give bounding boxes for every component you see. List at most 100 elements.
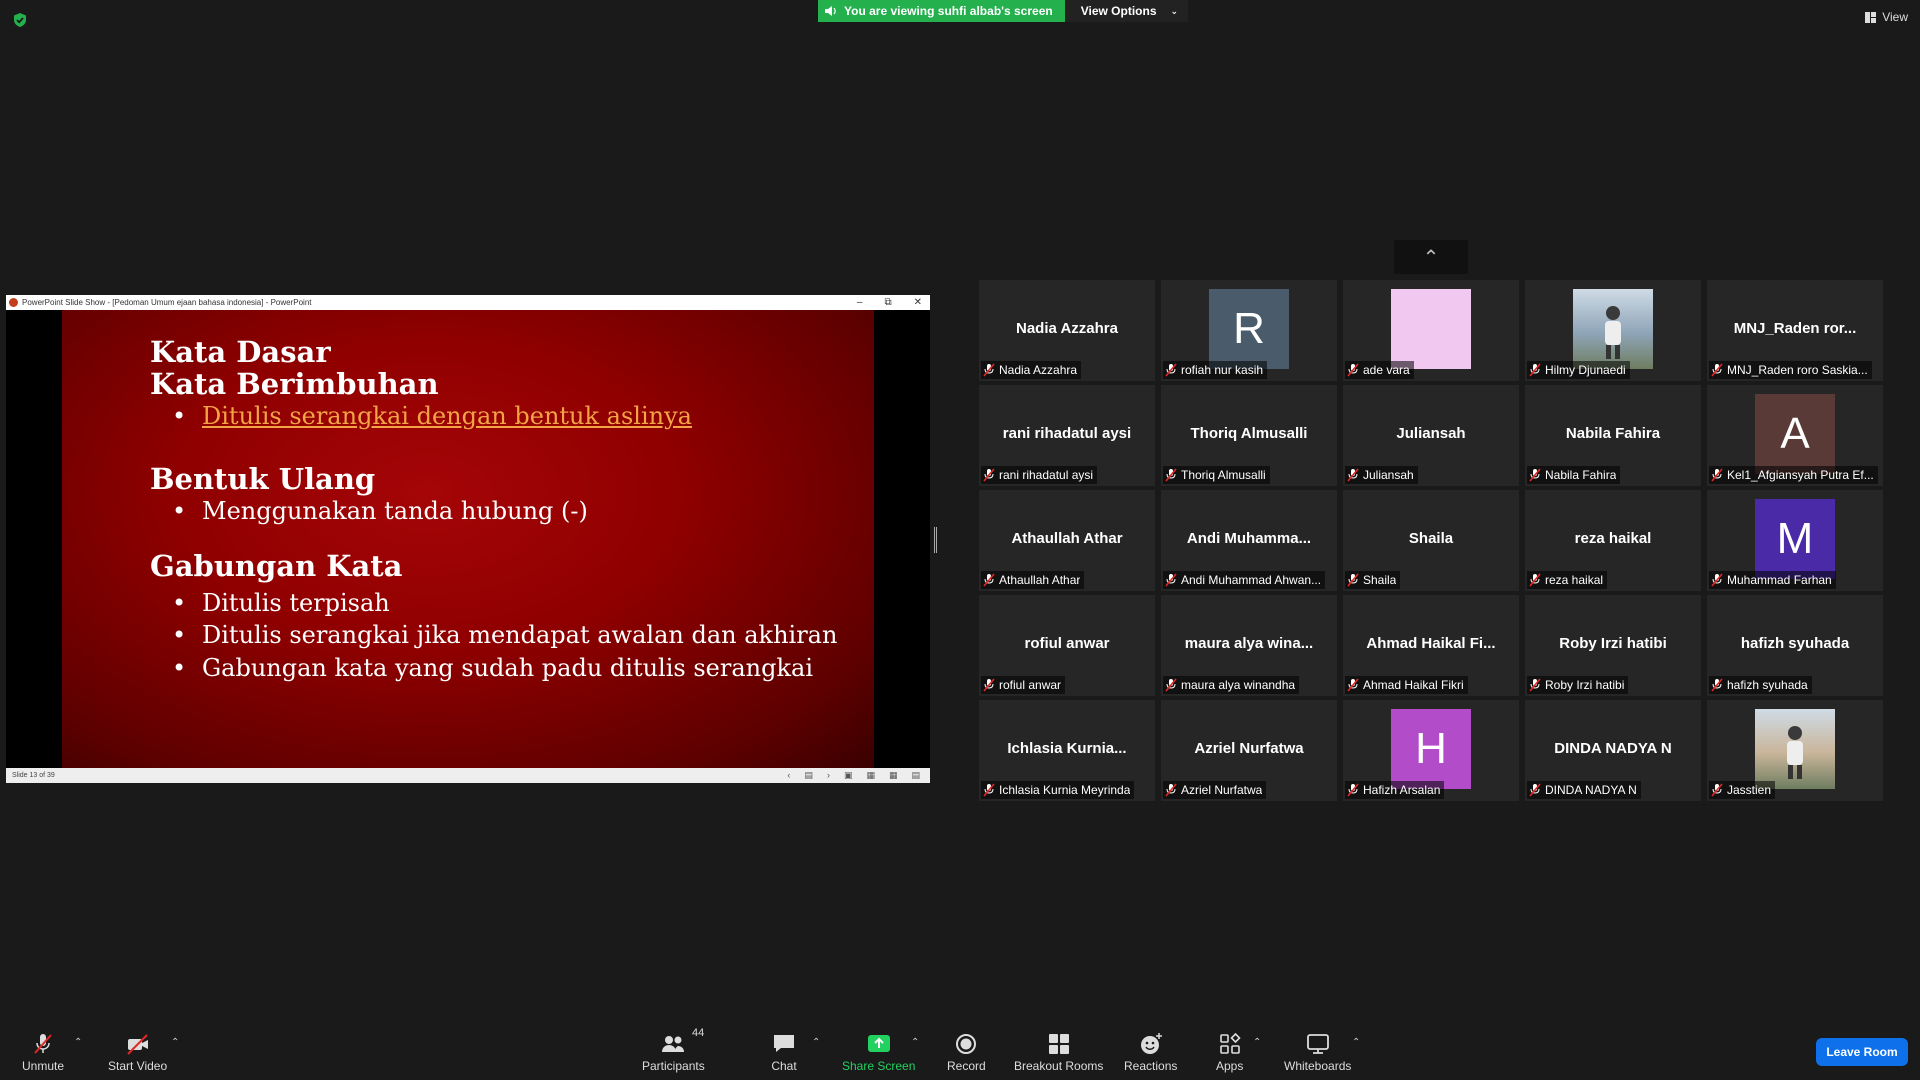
apps-button[interactable]: Apps [1216, 1031, 1243, 1073]
video-options-caret-icon[interactable]: ⌃ [171, 1037, 179, 1048]
participant-tile[interactable]: M Muhammad Farhan [1707, 490, 1883, 591]
whiteboards-button[interactable]: Whiteboards [1284, 1031, 1351, 1073]
participant-tile[interactable]: reza haikal reza haikal [1525, 490, 1701, 591]
share-options-caret-icon[interactable]: ⌃ [911, 1037, 919, 1048]
participant-name-label: ade vara [1345, 361, 1414, 379]
participant-name-label: DINDA NADYA N [1527, 781, 1641, 799]
muted-mic-icon [1529, 468, 1541, 482]
participant-tile[interactable]: Hilmy Djunaedi [1525, 280, 1701, 381]
security-shield-icon[interactable] [12, 12, 28, 28]
muted-mic-icon [1529, 783, 1541, 797]
muted-mic-icon [1711, 783, 1723, 797]
unmute-button[interactable]: Unmute [22, 1031, 64, 1073]
participant-name: Nadia Azzahra [999, 363, 1078, 377]
participant-tile[interactable]: Shaila Shaila [1343, 490, 1519, 591]
muted-mic-icon [1165, 468, 1177, 482]
participant-tile[interactable]: Roby Irzi hatibi Roby Irzi hatibi [1525, 595, 1701, 696]
chat-button[interactable]: Chat [771, 1031, 797, 1073]
muted-mic-icon [1165, 678, 1177, 692]
participant-display-name: Nadia Azzahra [1016, 320, 1118, 337]
participant-name: rani rihadatul aysi [999, 468, 1094, 482]
participant-tile[interactable]: Andi Muhamma... Andi Muhammad Ahwan... [1161, 490, 1337, 591]
powerpoint-statusbar: Slide 13 of 39 ‹ ▤ › ▣ ▦ ▦ ▤ [6, 768, 930, 783]
record-button[interactable]: Record [947, 1031, 986, 1073]
slide-bullet-text: Ditulis serangkai jika mendapat awalan d… [202, 621, 838, 649]
leave-room-button[interactable]: Leave Room [1816, 1038, 1908, 1066]
close-icon: ✕ [913, 297, 922, 308]
participant-tile[interactable]: hafizh syuhada hafizh syuhada [1707, 595, 1883, 696]
start-video-button[interactable]: Start Video [108, 1031, 167, 1073]
participants-button[interactable]: 44 Participants [642, 1027, 705, 1073]
participant-name-label: Hafizh Arsalan [1345, 781, 1445, 799]
participant-name: hafizh syuhada [1727, 678, 1808, 692]
slide-bullet: • Menggunakan tanda hubung (-) [172, 497, 588, 525]
participant-display-name: Roby Irzi hatibi [1559, 635, 1667, 652]
whiteboards-options-caret-icon[interactable]: ⌃ [1352, 1037, 1360, 1048]
gallery-page-up-button[interactable]: ⌃ [1394, 240, 1468, 274]
split-resize-handle[interactable] [934, 527, 937, 553]
apps-icon [1219, 1032, 1241, 1054]
view-button[interactable]: View [1865, 10, 1908, 24]
leave-room-label: Leave Room [1826, 1045, 1898, 1059]
slideshow-view-icon: ▤ [911, 770, 920, 780]
participant-tile[interactable]: Ahmad Haikal Fi... Ahmad Haikal Fikri [1343, 595, 1519, 696]
powerpoint-title: PowerPoint Slide Show - [Pedoman Umum ej… [22, 298, 312, 307]
participant-avatar [1391, 289, 1471, 369]
participants-icon [662, 1036, 685, 1052]
participant-avatar: H [1391, 709, 1471, 789]
apps-options-caret-icon[interactable]: ⌃ [1253, 1037, 1261, 1048]
participant-tile[interactable]: Azriel Nurfatwa Azriel Nurfatwa [1161, 700, 1337, 801]
chat-options-caret-icon[interactable]: ⌃ [812, 1037, 820, 1048]
viewing-banner: You are viewing suhfi albab's screen [818, 0, 1065, 22]
participant-tile[interactable]: rofiul anwar rofiul anwar [979, 595, 1155, 696]
participant-tile[interactable]: Nabila Fahira Nabila Fahira [1525, 385, 1701, 486]
view-options-button[interactable]: View Options ⌄ [1064, 0, 1189, 22]
participant-tile[interactable]: Thoriq Almusalli Thoriq Almusalli [1161, 385, 1337, 486]
participant-tile[interactable]: MNJ_Raden ror... MNJ_Raden roro Saskia... [1707, 280, 1883, 381]
participant-name: Kel1_Afgiansyah Putra Ef... [1727, 468, 1874, 482]
slide-bullet-text: Gabungan kata yang sudah padu ditulis se… [202, 654, 814, 682]
participant-name: ade vara [1363, 363, 1410, 377]
muted-mic-icon [1711, 573, 1723, 587]
breakout-rooms-button[interactable]: Breakout Rooms [1014, 1031, 1103, 1073]
participant-tile[interactable]: maura alya wina... maura alya winandha [1161, 595, 1337, 696]
share-screen-icon [867, 1035, 890, 1052]
slide-bullet-text: Ditulis terpisah [202, 589, 390, 617]
minimize-icon: – [856, 297, 863, 308]
view-label: View [1882, 10, 1908, 24]
participant-tile[interactable]: Ichlasia Kurnia... Ichlasia Kurnia Meyrin… [979, 700, 1155, 801]
participant-name: rofiul anwar [999, 678, 1062, 692]
participant-name-label: Nadia Azzahra [981, 361, 1082, 379]
audio-options-caret-icon[interactable]: ⌃ [74, 1037, 82, 1048]
participant-tile[interactable]: A Kel1_Afgiansyah Putra Ef... [1707, 385, 1883, 486]
screen-share-banner: You are viewing suhfi albab's screen Vie… [818, 0, 1189, 22]
participant-tile[interactable]: Athaullah Athar Athaullah Athar [979, 490, 1155, 591]
muted-mic-icon [1165, 573, 1177, 587]
slide-heading-bentuk-ulang: Bentuk Ulang [150, 462, 376, 496]
muted-mic-icon [1711, 678, 1723, 692]
participant-tile[interactable]: Rrofiah nur kasih [1161, 280, 1337, 381]
shared-screen[interactable]: PowerPoint Slide Show - [Pedoman Umum ej… [6, 295, 930, 783]
participants-label: Participants [642, 1059, 705, 1073]
participant-tile[interactable]: Jasstien [1707, 700, 1883, 801]
powerpoint-titlebar: PowerPoint Slide Show - [Pedoman Umum ej… [6, 295, 930, 310]
unmute-label: Unmute [22, 1059, 65, 1073]
participant-name: Athaullah Athar [999, 573, 1081, 587]
participant-display-name: DINDA NADYA N [1554, 740, 1672, 757]
restore-icon: ⧉ [884, 297, 892, 308]
participant-tile[interactable]: H Hafizh Arsalan [1343, 700, 1519, 801]
reactions-button[interactable]: Reactions [1124, 1031, 1177, 1073]
whiteboards-label: Whiteboards [1284, 1059, 1352, 1073]
participant-tile[interactable]: Juliansah Juliansah [1343, 385, 1519, 486]
participant-tile[interactable]: DINDA NADYA N DINDA NADYA N [1525, 700, 1701, 801]
participant-name: Muhammad Farhan [1727, 573, 1832, 587]
participant-tile[interactable]: ade vara [1343, 280, 1519, 381]
muted-mic-icon [1165, 363, 1177, 377]
whiteboard-icon [1306, 1034, 1329, 1054]
participant-display-name: reza haikal [1574, 530, 1652, 547]
muted-mic-icon [983, 678, 995, 692]
participant-tile[interactable]: rani rihadatul aysi rani rihadatul aysi [979, 385, 1155, 486]
participant-display-name: Thoriq Almusalli [1190, 425, 1308, 442]
share-screen-button[interactable]: Share Screen [842, 1031, 915, 1073]
participant-tile[interactable]: Nadia Azzahra Nadia Azzahra [979, 280, 1155, 381]
